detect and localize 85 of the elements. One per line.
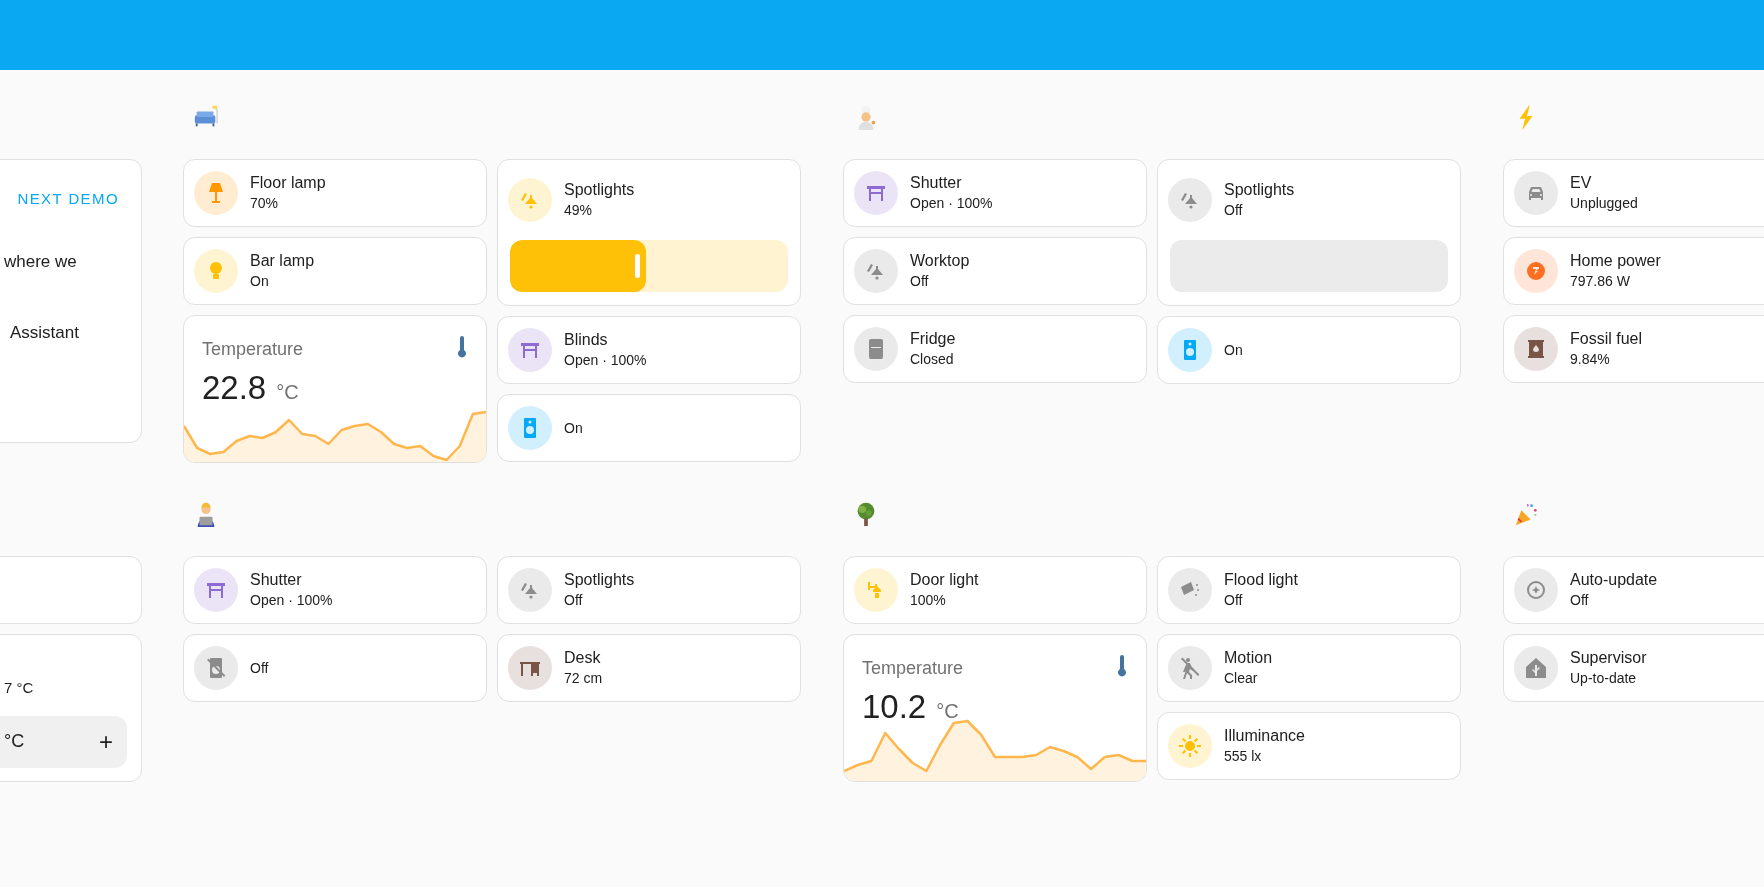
entity-tile[interactable]: Shutter Open · 100% bbox=[843, 159, 1147, 227]
entity-tile[interactable]: Motion Clear bbox=[1157, 634, 1461, 702]
sensor-unit: °C bbox=[276, 380, 299, 405]
slider-thumb[interactable] bbox=[635, 254, 641, 278]
tile-name: Fridge bbox=[910, 329, 956, 349]
entity-tile[interactable]: Home power 797.86 W bbox=[1503, 237, 1764, 305]
entity-tile[interactable]: Flood light Off bbox=[1157, 556, 1461, 624]
tile-name: Floor lamp bbox=[250, 173, 326, 193]
tile-state: Open · 100% bbox=[910, 194, 993, 213]
tile-state: Off bbox=[250, 659, 269, 678]
tile-name: Blinds bbox=[564, 330, 609, 350]
tile-state: 555 lx bbox=[1224, 747, 1263, 766]
tile-state: 797.86 W bbox=[1570, 272, 1631, 291]
tile-name: EV bbox=[1570, 173, 1593, 193]
tile-name: Door light bbox=[910, 570, 979, 590]
tile-name: Shutter bbox=[250, 570, 303, 590]
tile-name: Shutter bbox=[910, 173, 963, 193]
tile-state: 9.84% bbox=[1570, 350, 1611, 369]
entity-tile[interactable]: Blinds Open · 100% bbox=[497, 316, 801, 384]
entity-tile[interactable]: Supervisor Up-to-date bbox=[1503, 634, 1764, 702]
tile-name: Flood light bbox=[1224, 570, 1298, 590]
tile-state: Off bbox=[564, 591, 584, 610]
tile-name: Bar lamp bbox=[250, 251, 315, 271]
entity-tile[interactable]: Spotlights Off bbox=[497, 556, 801, 624]
entity-tile[interactable]: Shutter Open · 100% bbox=[183, 556, 487, 624]
tile-state: On bbox=[1224, 341, 1243, 360]
entity-tile[interactable]: On bbox=[1157, 316, 1461, 384]
entity-tile[interactable]: Illuminance 555 lx bbox=[1157, 712, 1461, 780]
tile-state: 70% bbox=[250, 194, 280, 213]
entity-tile[interactable]: EV Unplugged bbox=[1503, 159, 1764, 227]
entity-tile[interactable]: Worktop Off bbox=[843, 237, 1147, 305]
entity-tile[interactable]: Fossil fuel 9.84% bbox=[1503, 315, 1764, 383]
tile-state: Open · 100% bbox=[564, 351, 647, 370]
tile-state: Unplugged bbox=[1570, 194, 1638, 213]
tile-name: Auto-update bbox=[1570, 570, 1658, 590]
sensor-value: 22.8 bbox=[202, 368, 267, 408]
tile-name: Motion bbox=[1224, 648, 1273, 668]
entity-tile[interactable]: Fridge Closed bbox=[843, 315, 1147, 383]
tile-state: 72 cm bbox=[564, 669, 603, 688]
entity-tile[interactable]: Door light 100% bbox=[843, 556, 1147, 624]
tile-name: Spotlights bbox=[564, 180, 635, 200]
tile-state: 100% bbox=[910, 591, 947, 610]
slider-fill[interactable] bbox=[510, 240, 647, 292]
entity-tile[interactable]: Bar lamp On bbox=[183, 237, 487, 305]
thermometer-icon bbox=[456, 336, 468, 360]
tile-name: Spotlights bbox=[564, 570, 635, 590]
sensor-name: Temperature bbox=[862, 657, 964, 680]
tile-state: Open · 100% bbox=[250, 591, 333, 610]
entity-tile[interactable]: Auto-update Off bbox=[1503, 556, 1764, 624]
sensor-card[interactable]: Temperature 10.2 °C bbox=[843, 634, 1147, 782]
sensor-value: 10.2 bbox=[862, 687, 927, 727]
tile-name: Illuminance bbox=[1224, 726, 1305, 746]
tile-name: Worktop bbox=[910, 251, 970, 271]
party-popper-icon bbox=[1513, 501, 1539, 527]
tile-name: Home power bbox=[1570, 251, 1661, 271]
entity-tile[interactable]: Floor lamp 70% bbox=[183, 159, 487, 227]
tile-state: Off bbox=[910, 272, 930, 291]
intro-text: Assistant bbox=[10, 322, 80, 344]
tile-state: Clear bbox=[1224, 669, 1259, 688]
temperature-field[interactable]: °C + bbox=[0, 715, 127, 768]
tile-state: Off bbox=[1224, 201, 1244, 220]
tile-state: On bbox=[250, 272, 270, 291]
tile-state: Closed bbox=[910, 350, 955, 369]
entity-tile[interactable]: Desk 72 cm bbox=[497, 634, 801, 702]
sensor-name: Temperature bbox=[202, 338, 304, 361]
tile-state: Off bbox=[1224, 591, 1244, 610]
intro-text: where we bbox=[4, 250, 78, 273]
tile-name: Desk bbox=[564, 648, 602, 668]
tile-state: Up-to-date bbox=[1570, 669, 1638, 688]
sensor-unit: °C bbox=[936, 699, 959, 724]
tile-name: Fossil fuel bbox=[1570, 329, 1643, 349]
temperature-reading: 7 °C bbox=[4, 678, 35, 698]
tile-state: 49% bbox=[564, 201, 594, 220]
entity-tile[interactable]: Off bbox=[183, 634, 487, 702]
thermometer-icon bbox=[1116, 655, 1128, 679]
unit-label: °C bbox=[4, 730, 25, 753]
tile-state: Off bbox=[1570, 591, 1590, 610]
brightness-slider[interactable] bbox=[510, 240, 788, 292]
tile-name: Spotlights bbox=[1224, 180, 1295, 200]
tile-state: On bbox=[564, 419, 583, 438]
entity-tile[interactable]: Spotlights 49% bbox=[497, 159, 801, 306]
entity-tile[interactable]: On bbox=[497, 394, 801, 462]
tile-name: Supervisor bbox=[1570, 648, 1647, 668]
sensor-card[interactable]: Temperature 22.8 °C bbox=[183, 315, 487, 463]
increase-button[interactable]: + bbox=[99, 729, 113, 754]
